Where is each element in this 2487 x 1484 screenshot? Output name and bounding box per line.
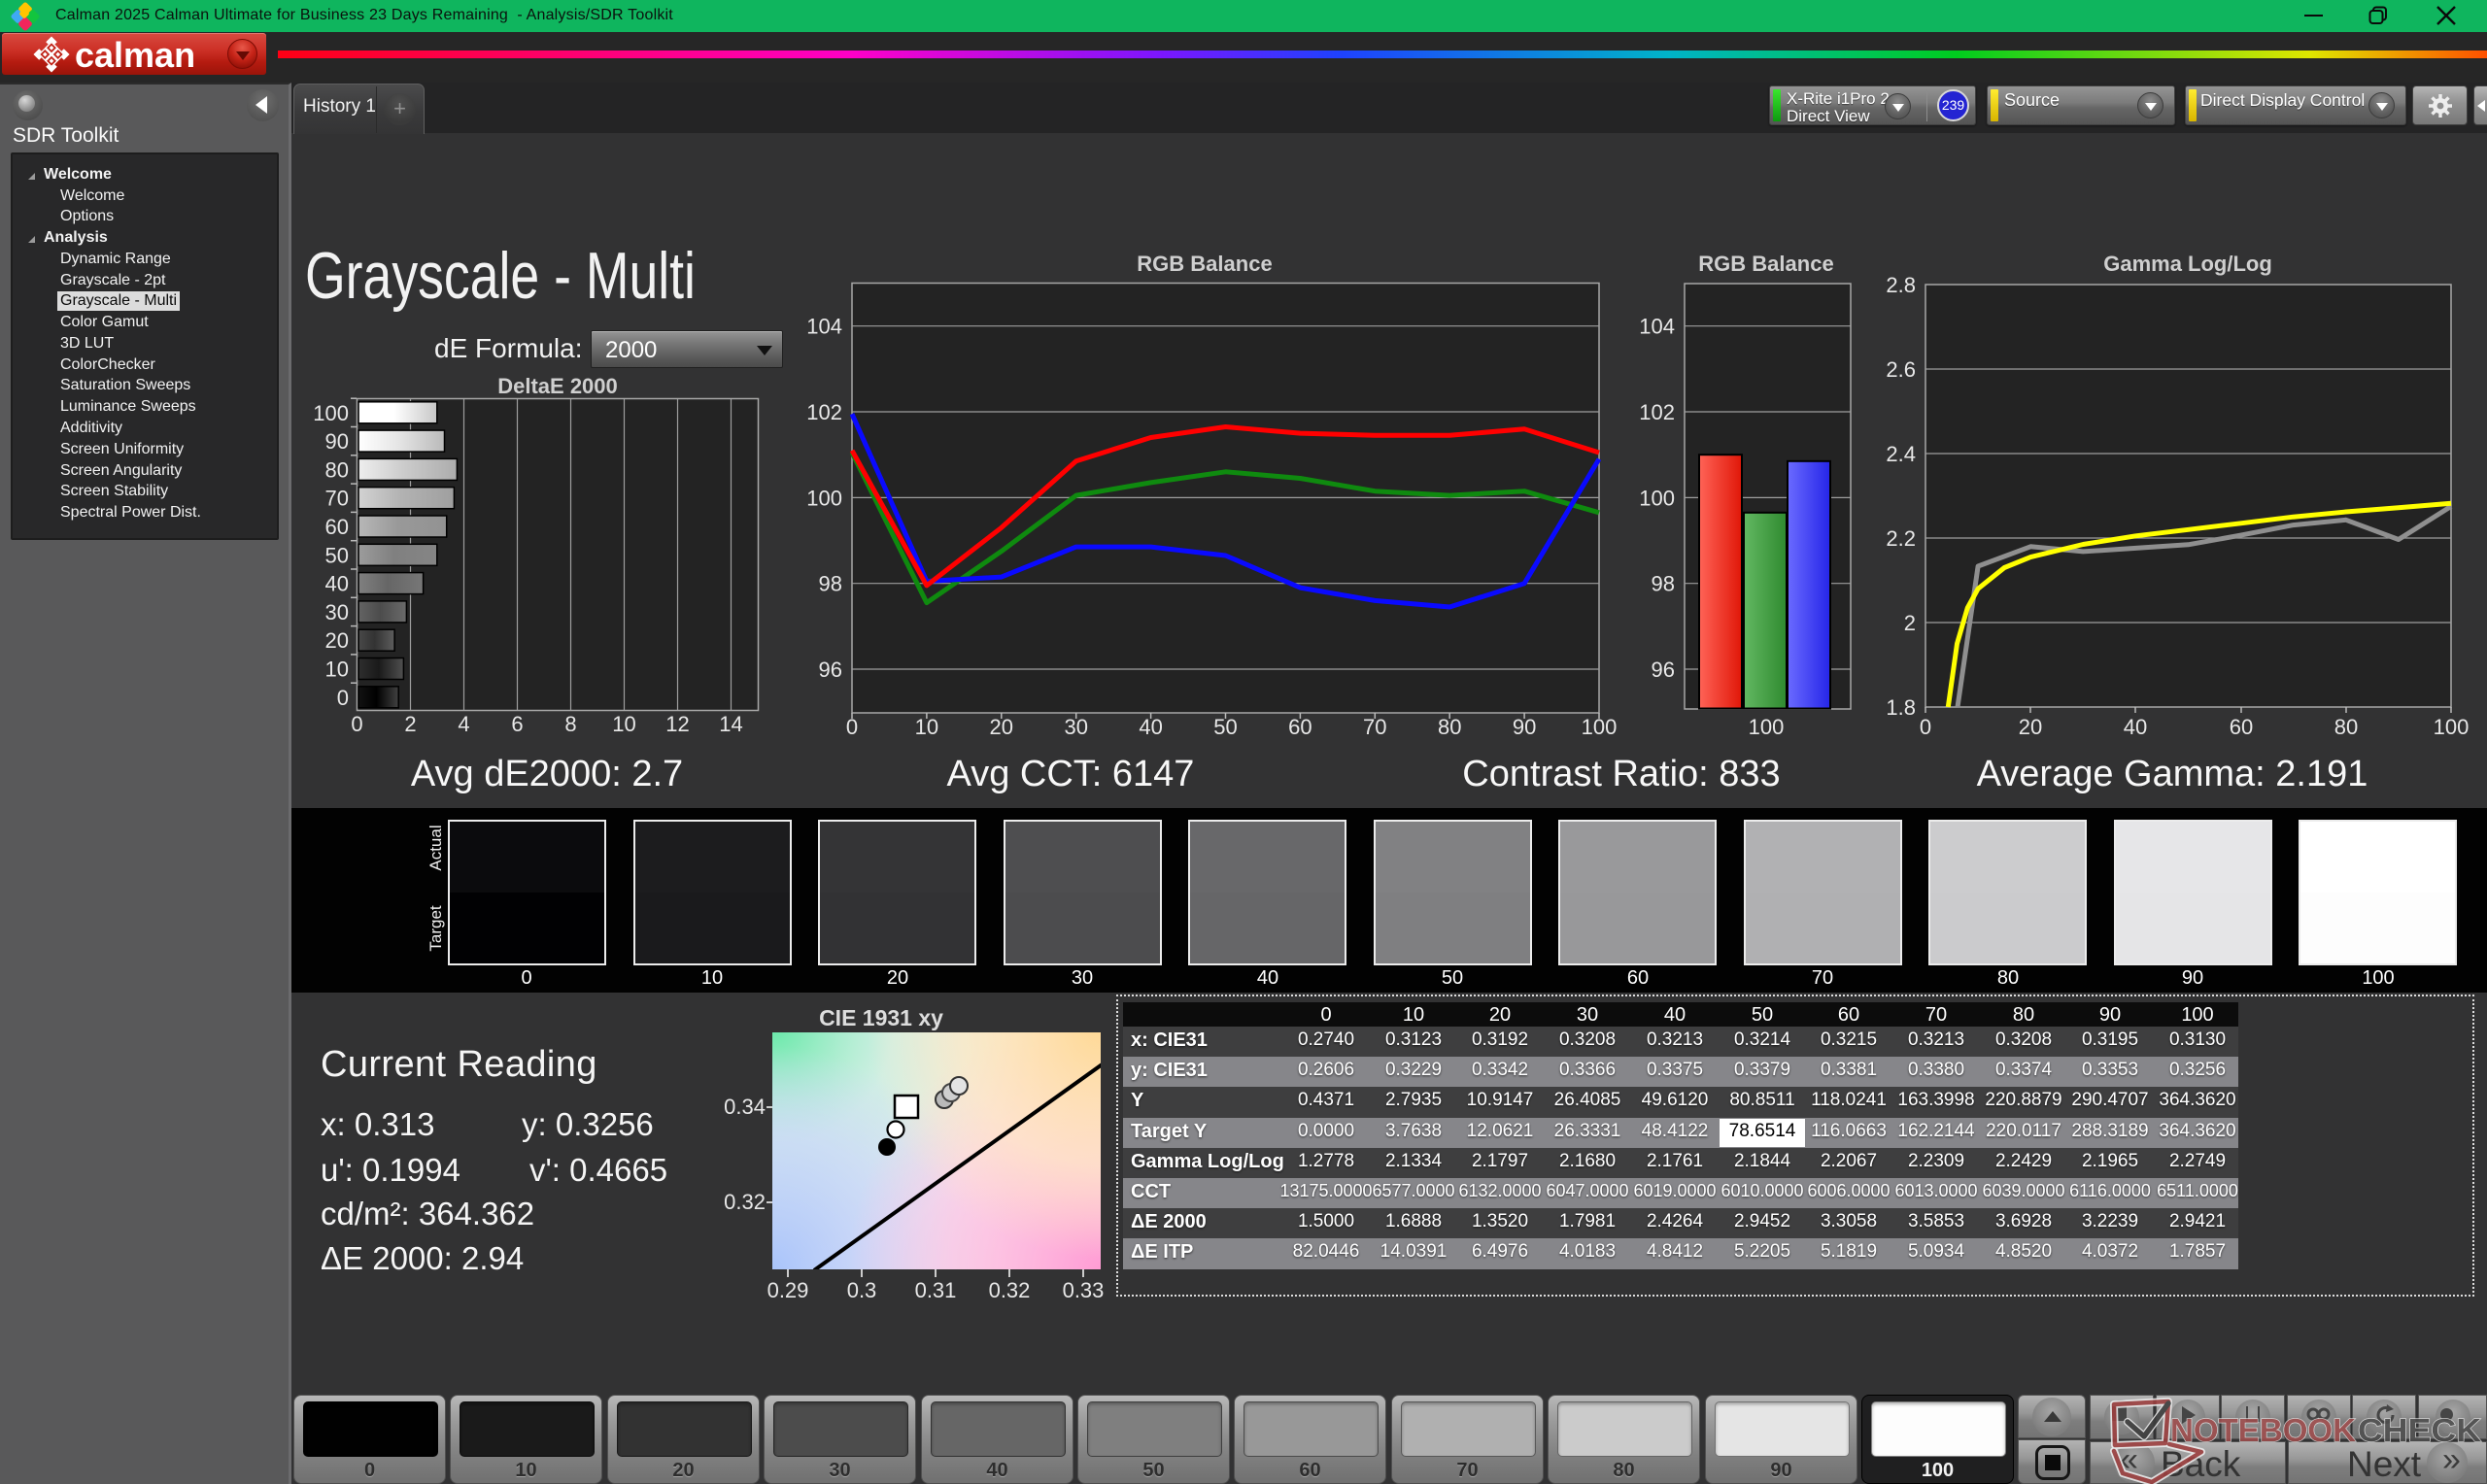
svg-text:2: 2 (1904, 611, 1916, 635)
svg-text:20: 20 (325, 628, 349, 653)
svg-text:98: 98 (819, 572, 842, 596)
svg-text:0.3: 0.3 (847, 1278, 877, 1302)
svg-text:90: 90 (325, 429, 349, 454)
svg-text:10: 10 (612, 712, 635, 736)
svg-text:RGB Balance: RGB Balance (1137, 252, 1272, 276)
svg-text:6: 6 (511, 712, 523, 736)
svg-text:DeltaE 2000: DeltaE 2000 (497, 374, 618, 398)
svg-text:0.31: 0.31 (915, 1278, 957, 1302)
svg-text:50: 50 (325, 543, 349, 567)
svg-text:98: 98 (1652, 572, 1675, 596)
svg-text:2.2: 2.2 (1886, 526, 1916, 551)
svg-text:Gamma Log/Log: Gamma Log/Log (2103, 252, 2272, 276)
svg-text:RGB Balance: RGB Balance (1698, 252, 1833, 276)
svg-text:70: 70 (325, 487, 349, 511)
svg-text:102: 102 (806, 400, 842, 424)
svg-text:8: 8 (564, 712, 576, 736)
svg-text:12: 12 (665, 712, 689, 736)
svg-text:96: 96 (819, 658, 842, 682)
svg-text:102: 102 (1639, 400, 1675, 424)
svg-text:80: 80 (325, 457, 349, 482)
svg-text:100: 100 (806, 486, 842, 510)
svg-text:2.6: 2.6 (1886, 357, 1916, 382)
svg-text:40: 40 (2124, 715, 2147, 739)
svg-text:2: 2 (404, 712, 416, 736)
svg-text:100: 100 (1639, 486, 1675, 510)
svg-text:100: 100 (2434, 715, 2470, 739)
svg-text:104: 104 (806, 315, 842, 339)
svg-text:60: 60 (325, 515, 349, 539)
svg-text:CHECK: CHECK (2358, 1412, 2481, 1448)
svg-text:0: 0 (337, 686, 349, 710)
svg-text:2.8: 2.8 (1886, 273, 1916, 297)
svg-text:0: 0 (351, 712, 362, 736)
svg-text:40: 40 (325, 572, 349, 596)
svg-text:4: 4 (458, 712, 469, 736)
svg-text:80: 80 (2334, 715, 2358, 739)
svg-text:0.32: 0.32 (989, 1278, 1031, 1302)
svg-text:1.8: 1.8 (1886, 695, 1916, 720)
svg-text:60: 60 (2230, 715, 2253, 739)
svg-text:2.4: 2.4 (1886, 442, 1916, 466)
svg-text:0.32: 0.32 (724, 1190, 766, 1214)
svg-text:0.33: 0.33 (1063, 1278, 1105, 1302)
svg-text:0.29: 0.29 (767, 1278, 809, 1302)
svg-text:14: 14 (719, 712, 742, 736)
svg-text:0.34: 0.34 (724, 1095, 766, 1119)
svg-text:96: 96 (1652, 658, 1675, 682)
svg-text:100: 100 (313, 401, 349, 425)
svg-text:10: 10 (325, 658, 349, 682)
svg-text:20: 20 (2019, 715, 2042, 739)
svg-text:104: 104 (1639, 315, 1675, 339)
svg-text:100: 100 (1749, 715, 1785, 739)
svg-text:0: 0 (1920, 715, 1931, 739)
svg-text:30: 30 (325, 600, 349, 624)
svg-text:NOTEBOOK: NOTEBOOK (2170, 1412, 2356, 1448)
svg-text:CIE 1931 xy: CIE 1931 xy (819, 1005, 943, 1030)
